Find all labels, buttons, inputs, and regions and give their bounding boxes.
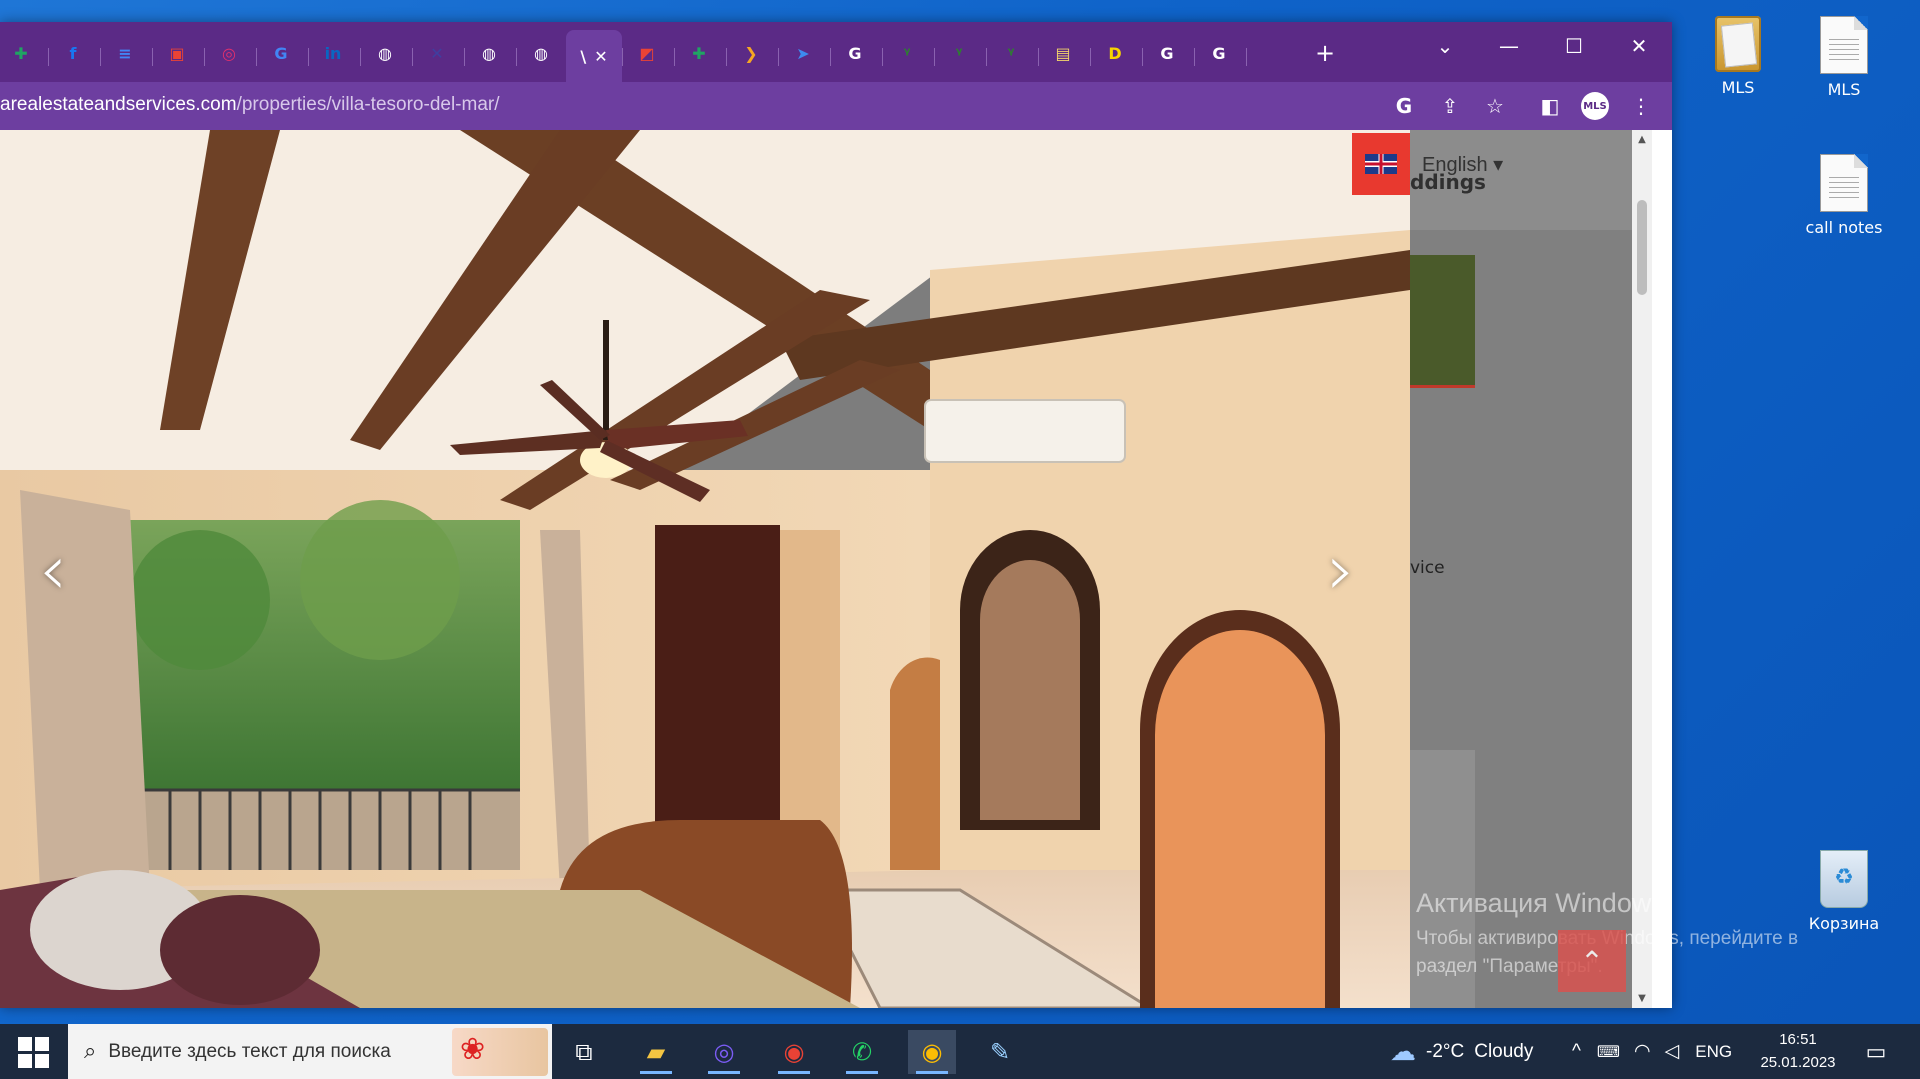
volume-icon[interactable]: ◁	[1665, 1040, 1680, 1063]
desktop-icon-mls-document[interactable]: MLS	[1796, 16, 1892, 99]
maximize-button[interactable]: ☐	[1549, 30, 1599, 62]
viber-icon[interactable]: ◎	[700, 1030, 748, 1074]
tab-leaf-icon[interactable]: ᵞ	[994, 36, 1028, 70]
uk-flag-icon	[1352, 133, 1410, 195]
language-selector[interactable]: English ▾	[1352, 133, 1504, 195]
side-panel-icon[interactable]: ◧	[1536, 92, 1564, 120]
tab-google-icon[interactable]: G	[1150, 36, 1184, 70]
tab-globe-icon[interactable]: ◍	[368, 36, 402, 70]
chrome-profile-icon[interactable]: ◉	[908, 1030, 956, 1074]
tab-leaf-icon[interactable]: ᵞ	[942, 36, 976, 70]
notifications-icon[interactable]: ▭	[1852, 1030, 1900, 1074]
tab-globe-icon[interactable]: ◍	[524, 36, 558, 70]
sidebar-text: vice	[1410, 558, 1445, 578]
tab-calendar-icon[interactable]: ▣	[160, 36, 194, 70]
tab-strip: + ⌄ — ☐ ✕ ✚ f ≡ ▣ ◎ Gin ◍ ✕ ◍ ◍ \ ✕ ◩ ✚ ❯ ➤ Gᵞ ᵞ ᵞ ▤ D G G	[0, 22, 1672, 82]
bookmark-star-icon[interactable]: ☆	[1481, 92, 1509, 120]
taskbar-clock[interactable]: 16:51 25.01.2023	[1756, 1028, 1840, 1074]
document-icon	[1820, 154, 1868, 212]
keyboard-icon[interactable]: ⌨	[1597, 1042, 1620, 1062]
close-window-button[interactable]: ✕	[1614, 30, 1664, 62]
weather-condition: Cloudy	[1474, 1040, 1534, 1062]
search-highlight-image	[452, 1028, 548, 1076]
tab-sheets-icon[interactable]: ✚	[4, 36, 38, 70]
network-icon[interactable]: ◠	[1634, 1040, 1651, 1063]
weather-widget[interactable]: ☁ -2°C Cloudy	[1390, 1024, 1533, 1079]
watermark-title: Активация Windows	[1416, 888, 1665, 918]
tab-search-dropdown-button[interactable]: ⌄	[1420, 30, 1470, 62]
desktop-icon-label: Корзина	[1808, 914, 1880, 933]
sidebar-thumbnail[interactable]	[1410, 255, 1475, 388]
whatsapp-icon[interactable]: ✆	[838, 1030, 886, 1074]
file-explorer-icon[interactable]: ▰	[632, 1030, 680, 1074]
minimize-button[interactable]: —	[1484, 30, 1534, 62]
tab-google-icon[interactable]: G	[838, 36, 872, 70]
active-tab-favicon: \	[580, 46, 587, 66]
url-domain: arealestateandservices.com	[0, 94, 237, 115]
tab-send-icon[interactable]: ➤	[786, 36, 820, 70]
tab-instagram-icon[interactable]: ◎	[212, 36, 246, 70]
tab-maps-icon[interactable]: ◩	[630, 36, 664, 70]
tab-linkedin-icon[interactable]: in	[316, 36, 350, 70]
desktop-icon-recycle-bin[interactable]: Корзина	[1796, 850, 1892, 933]
gallery-prev-arrow[interactable]: ‹	[28, 529, 78, 611]
share-icon[interactable]: ⇪	[1436, 92, 1464, 120]
paint-icon[interactable]: ✎	[976, 1030, 1024, 1074]
tab-d-icon[interactable]: D	[1098, 36, 1132, 70]
recycle-bin-icon	[1820, 850, 1868, 908]
taskbar-search-box[interactable]: ⌕ Введите здесь текст для поиска	[68, 1024, 552, 1079]
google-lens-icon[interactable]: G	[1390, 92, 1418, 120]
desktop-icon-label: call notes	[1805, 218, 1883, 237]
tab-contacts-icon[interactable]: ▤	[1046, 36, 1080, 70]
tab-docs-icon[interactable]: ≡	[108, 36, 142, 70]
task-view-icon[interactable]: ⧉	[560, 1030, 608, 1074]
chrome-icon[interactable]: ◉	[770, 1030, 818, 1074]
browser-menu-icon[interactable]: ⋮	[1627, 92, 1655, 120]
page-viewport: ddings vice ▲ ▼ ‹ ›	[0, 130, 1652, 1008]
gallery-next-arrow[interactable]: ›	[1316, 529, 1366, 611]
search-icon: ⌕	[84, 1039, 97, 1064]
page-scrollbar[interactable]: ▲ ▼	[1632, 130, 1652, 1008]
clock-time: 16:51	[1779, 1031, 1817, 1048]
property-gallery-photo: ‹ ›	[0, 130, 1410, 1008]
address-bar: arealestateandservices.com/properties/vi…	[0, 82, 1672, 130]
cloud-icon: ☁	[1390, 1036, 1416, 1066]
tab-google-icon[interactable]: G	[1202, 36, 1236, 70]
desktop-icon-mls-folder[interactable]: MLS	[1690, 16, 1786, 97]
close-tab-icon[interactable]: ✕	[594, 47, 607, 66]
tab-active[interactable]: \ ✕	[566, 30, 622, 82]
desktop-icon-label: MLS	[1721, 78, 1755, 97]
tab-leaf-icon[interactable]: ᵞ	[890, 36, 924, 70]
weather-temp: -2°C	[1426, 1040, 1465, 1062]
desktop-icon-label: MLS	[1827, 80, 1861, 99]
taskbar: ⌕ Введите здесь текст для поиска ⧉ ▰ ◎ ◉…	[0, 1024, 1920, 1079]
input-language[interactable]: ENG	[1695, 1042, 1732, 1062]
search-placeholder: Введите здесь текст для поиска	[108, 1040, 391, 1062]
clock-date: 25.01.2023	[1760, 1054, 1836, 1071]
scroll-up-arrow[interactable]: ▲	[1632, 134, 1652, 145]
scroll-down-arrow[interactable]: ▼	[1632, 993, 1652, 1004]
tab-pin-icon[interactable]: ❯	[734, 36, 768, 70]
scroll-to-top-button[interactable]: ⌃	[1558, 930, 1626, 992]
tab-sheets-icon[interactable]: ✚	[682, 36, 716, 70]
new-tab-button[interactable]: +	[1308, 36, 1342, 70]
desktop-icon-call-notes[interactable]: call notes	[1796, 154, 1892, 237]
language-label: English ▾	[1422, 153, 1504, 176]
url-field[interactable]: arealestateandservices.com/properties/vi…	[0, 94, 500, 116]
tab-translate-icon[interactable]: G	[264, 36, 298, 70]
tray-chevron-icon[interactable]: ^	[1572, 1041, 1581, 1063]
start-button[interactable]	[8, 1034, 58, 1070]
folder-icon	[1715, 16, 1761, 72]
tab-globe-icon[interactable]: ◍	[472, 36, 506, 70]
page-sidebar: ddings vice ▲ ▼	[1410, 130, 1652, 1008]
profile-avatar[interactable]: MLS	[1581, 92, 1609, 120]
browser-window: + ⌄ — ☐ ✕ ✚ f ≡ ▣ ◎ Gin ◍ ✕ ◍ ◍ \ ✕ ◩ ✚ ❯ ➤ Gᵞ ᵞ ᵞ ▤ D G G are…	[0, 22, 1672, 1008]
url-path: /properties/villa-tesoro-del-mar/	[236, 94, 500, 115]
system-tray: ^ ⌨ ◠ ◁ ENG	[1572, 1024, 1732, 1079]
tab-facebook-icon[interactable]: f	[56, 36, 90, 70]
document-icon	[1820, 16, 1868, 74]
scrollbar-thumb[interactable]	[1637, 200, 1647, 295]
tab-x-icon[interactable]: ✕	[420, 36, 454, 70]
